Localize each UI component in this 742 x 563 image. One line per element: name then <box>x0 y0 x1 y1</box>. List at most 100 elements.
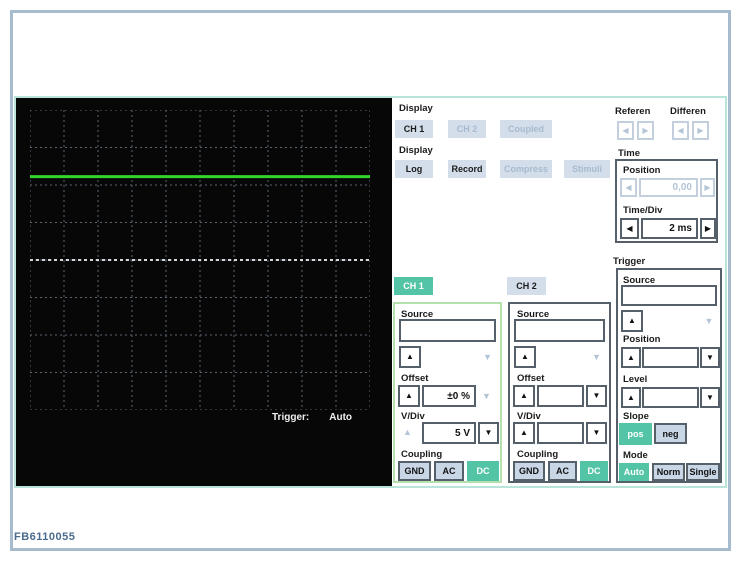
display-ch1-button[interactable]: CH 1 <box>395 120 433 138</box>
ch1-coupling-gnd-button[interactable]: GND <box>398 461 431 481</box>
log-button[interactable]: Log <box>395 160 433 178</box>
time-div-increment-button[interactable]: ▶ <box>700 218 716 239</box>
up-triangle-icon: ▲ <box>521 352 529 361</box>
ch2-vdiv-label: V/Div <box>517 411 541 422</box>
ch1-coupling-ac-button[interactable]: AC <box>434 461 464 481</box>
trigger-position-field[interactable] <box>642 347 699 368</box>
trigger-position-down-button[interactable]: ▼ <box>700 347 720 368</box>
display-modes-label: Display <box>399 145 433 156</box>
down-triangle-icon: ▼ <box>483 352 492 362</box>
ch1-select-button[interactable]: CH 1 <box>394 277 433 295</box>
ch1-coupling-dc-button[interactable]: DC <box>467 461 499 481</box>
ch1-offset-field[interactable]: ±0 % <box>422 385 476 407</box>
ch2-offset-field[interactable] <box>537 385 584 407</box>
left-triangle-icon: ◀ <box>622 125 629 135</box>
up-triangle-icon: ▲ <box>406 352 414 361</box>
trigger-position-label: Position <box>623 334 661 345</box>
ch2-select-button[interactable]: CH 2 <box>507 277 546 295</box>
time-group: Position ◀ 0,00 ▶ Time/Div ◀ 2 ms ▶ <box>615 159 718 243</box>
right-triangle-icon: ▶ <box>697 125 704 135</box>
ch1-offset-up-button[interactable]: ▲ <box>398 385 420 407</box>
up-triangle-icon: ▲ <box>627 392 635 402</box>
down-triangle-icon: ▼ <box>592 428 601 437</box>
instrument-panel: Trigger: Auto Display CH 1 CH 2 Coupled … <box>14 96 727 488</box>
down-triangle-icon: ▼ <box>484 428 493 437</box>
differential-next-button[interactable]: ▶ <box>692 121 709 140</box>
down-triangle-icon: ▼ <box>592 352 601 362</box>
ch1-source-down-button[interactable]: ▼ <box>479 349 496 366</box>
oscilloscope-screen: Trigger: Auto <box>16 98 392 486</box>
ch2-offset-up-button[interactable]: ▲ <box>513 385 535 407</box>
up-triangle-icon: ▲ <box>627 352 635 362</box>
reference-label: Referen <box>615 106 651 117</box>
trigger-position-up-button[interactable]: ▲ <box>621 347 641 368</box>
right-triangle-icon: ▶ <box>704 182 711 192</box>
trigger-label: Trigger <box>613 256 646 267</box>
trigger-level-label: Level <box>623 374 648 385</box>
ch2-source-field[interactable] <box>514 319 605 342</box>
slope-neg-button[interactable]: neg <box>654 423 687 444</box>
ch1-coupling-label: Coupling <box>401 449 443 460</box>
time-div-label: Time/Div <box>623 205 663 216</box>
ch2-coupling-ac-button[interactable]: AC <box>548 461 577 481</box>
ch2-vdiv-field[interactable] <box>537 422 584 444</box>
ch1-vdiv-field[interactable]: 5 V <box>422 422 476 444</box>
trigger-level-down-button[interactable]: ▼ <box>700 387 720 408</box>
page: { "figure_id": "FB6110055", "colors": { … <box>0 0 742 563</box>
time-div-field[interactable]: 2 ms <box>641 218 698 239</box>
record-button[interactable]: Record <box>448 160 486 178</box>
trigger-source-down-button[interactable]: ▼ <box>700 313 718 330</box>
trigger-level-field[interactable] <box>642 387 699 408</box>
differential-label: Differen <box>670 106 706 117</box>
trigger-mode-label: Mode <box>623 450 648 461</box>
ch1-vdiv-up-button[interactable]: ▲ <box>399 424 416 441</box>
ch1-source-up-button[interactable]: ▲ <box>399 346 421 368</box>
ch1-offset-down-button[interactable]: ▼ <box>478 388 495 405</box>
trigger-source-up-button[interactable]: ▲ <box>621 310 643 332</box>
reference-prev-button[interactable]: ◀ <box>617 121 634 140</box>
stimuli-button[interactable]: Stimuli <box>564 160 610 178</box>
trigger-slope-label: Slope <box>623 411 649 422</box>
reference-next-button[interactable]: ▶ <box>637 121 654 140</box>
up-triangle-icon: ▲ <box>520 428 528 437</box>
trigger-source-field[interactable] <box>621 285 717 306</box>
up-triangle-icon: ▲ <box>520 391 528 400</box>
time-position-increment-button[interactable]: ▶ <box>700 178 715 197</box>
ch1-source-field[interactable] <box>399 319 496 342</box>
time-div-decrement-button[interactable]: ◀ <box>620 218 639 239</box>
mode-single-button[interactable]: Single <box>686 463 720 481</box>
display-channels-label: Display <box>399 103 433 114</box>
display-coupled-button[interactable]: Coupled <box>500 120 552 138</box>
trigger-status-label: Trigger: <box>272 412 310 423</box>
ch2-group: Source ▲ ▼ Offset ▲ ▼ V/Div ▲ ▼ Coupling… <box>508 302 611 483</box>
trigger-level-up-button[interactable]: ▲ <box>621 387 641 408</box>
ch2-vdiv-up-button[interactable]: ▲ <box>513 422 535 444</box>
up-triangle-icon: ▲ <box>628 316 636 325</box>
slope-pos-button[interactable]: pos <box>619 423 652 445</box>
ch2-coupling-gnd-button[interactable]: GND <box>513 461 545 481</box>
trigger-group: Source ▲ ▼ Position ▲ ▼ Level ▲ ▼ Slope … <box>616 268 722 483</box>
ch2-coupling-label: Coupling <box>517 449 559 460</box>
figure-id: FB6110055 <box>14 531 76 543</box>
display-ch2-button[interactable]: CH 2 <box>448 120 486 138</box>
left-triangle-icon: ◀ <box>626 223 633 233</box>
ch2-offset-down-button[interactable]: ▼ <box>586 385 607 407</box>
ch2-source-down-button[interactable]: ▼ <box>588 349 605 366</box>
down-triangle-icon: ▼ <box>592 391 601 400</box>
ch2-coupling-dc-button[interactable]: DC <box>580 461 608 481</box>
trigger-status: Trigger: Auto <box>272 412 352 423</box>
mode-norm-button[interactable]: Norm <box>652 463 685 481</box>
ch1-vdiv-label: V/Div <box>401 411 425 422</box>
differential-prev-button[interactable]: ◀ <box>672 121 689 140</box>
up-triangle-icon: ▲ <box>403 427 412 437</box>
ch1-vdiv-down-button[interactable]: ▼ <box>478 422 499 444</box>
compress-button[interactable]: Compress <box>500 160 552 178</box>
time-position-decrement-button[interactable]: ◀ <box>620 178 637 197</box>
trigger-status-value: Auto <box>329 412 353 423</box>
ch2-source-up-button[interactable]: ▲ <box>514 346 536 368</box>
ch2-vdiv-down-button[interactable]: ▼ <box>586 422 607 444</box>
mode-auto-button[interactable]: Auto <box>619 463 649 481</box>
scope-grid <box>30 110 370 410</box>
time-label: Time <box>618 148 641 159</box>
time-position-field[interactable]: 0,00 <box>639 178 698 197</box>
